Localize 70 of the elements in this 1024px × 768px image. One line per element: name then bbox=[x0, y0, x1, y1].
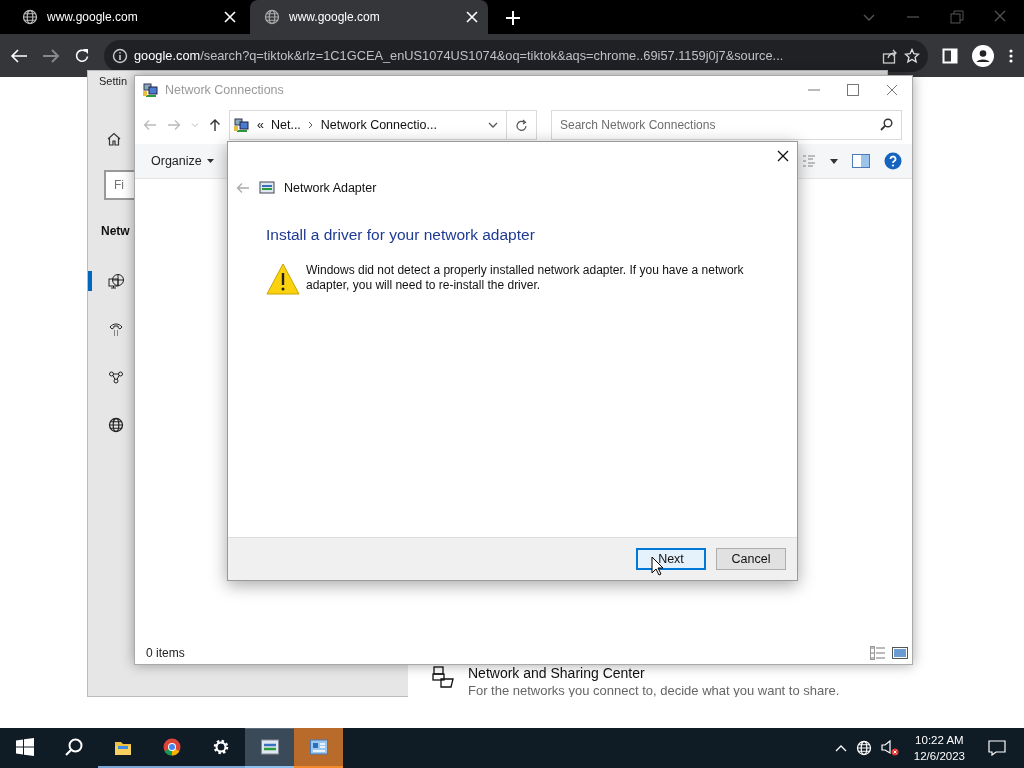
dialog-button[interactable]: Next bbox=[636, 548, 706, 570]
star-icon[interactable] bbox=[904, 47, 920, 64]
path-segment[interactable]: Network Connectio... bbox=[320, 118, 437, 132]
dialog-button[interactable]: Cancel bbox=[716, 548, 786, 570]
address-bar[interactable]: google.com/search?q=tiktok&rlz=1C1GCEA_enUS1074US1074&oq=tiktok&aqs=chrome..69i57.1159j0j7&source... bbox=[104, 39, 928, 72]
chevron-down-icon[interactable] bbox=[488, 121, 498, 129]
network-adapter-icon bbox=[259, 180, 275, 196]
gear-icon bbox=[211, 738, 230, 756]
link-icon bbox=[108, 369, 124, 385]
link-title[interactable]: Network and Sharing Center bbox=[468, 665, 840, 681]
browser-tab[interactable]: www.google.com bbox=[250, 0, 488, 34]
share-icon[interactable] bbox=[882, 47, 898, 64]
close-icon[interactable] bbox=[777, 150, 789, 162]
chevron-up-icon[interactable] bbox=[834, 744, 847, 752]
globe-icon bbox=[264, 9, 280, 25]
warning-icon bbox=[266, 263, 300, 295]
large-icons-view-icon[interactable] bbox=[892, 646, 908, 660]
dialog-heading: Install a driver for your network adapter bbox=[266, 226, 536, 244]
forward-icon[interactable] bbox=[42, 47, 60, 64]
caret-icon bbox=[206, 159, 214, 163]
info-icon bbox=[112, 47, 128, 64]
refresh-icon bbox=[515, 118, 528, 132]
control-panel-icon bbox=[309, 738, 328, 756]
wizard-title: Network Adapter bbox=[284, 181, 377, 195]
help-icon[interactable] bbox=[884, 152, 902, 170]
network-adapter-icon bbox=[260, 738, 279, 756]
details-view-icon[interactable] bbox=[870, 646, 886, 660]
refresh-button[interactable] bbox=[507, 110, 537, 140]
taskbar-button[interactable] bbox=[245, 728, 294, 768]
url-text: google.com/search?q=tiktok&rlz=1C1GCEA_enUS1074US1074&oq=tiktok&aqs=chrome..69i57.1159j0j7&source... bbox=[134, 48, 785, 63]
preview-pane-icon[interactable] bbox=[852, 154, 870, 168]
profile-icon[interactable] bbox=[972, 44, 994, 67]
path-prefix: « bbox=[257, 118, 264, 132]
notification-icon[interactable] bbox=[988, 740, 1006, 756]
windows-logo-icon bbox=[15, 738, 34, 756]
warning-message: Windows did not detect a properly installed network adapter. If you have a network adapter, you will need to re-install the driver. bbox=[306, 263, 745, 294]
home-icon[interactable] bbox=[106, 131, 122, 147]
side-panel-icon[interactable] bbox=[942, 47, 958, 64]
network-connections-icon bbox=[234, 117, 250, 133]
phone-icon bbox=[108, 321, 124, 337]
path-segment[interactable]: Net... bbox=[270, 118, 301, 132]
caret-icon[interactable] bbox=[830, 158, 838, 164]
organize-menu[interactable]: Organize bbox=[143, 150, 222, 172]
link-description: For the networks you connect to, decide what you want to share. bbox=[468, 683, 840, 697]
network-connections-icon bbox=[143, 82, 159, 98]
clock-date[interactable]: 12/6/2023 bbox=[913, 748, 965, 764]
nav-item[interactable] bbox=[88, 271, 124, 291]
network-icon bbox=[432, 665, 456, 689]
maximize-icon[interactable] bbox=[847, 84, 859, 96]
browser-tab[interactable]: www.google.com bbox=[8, 0, 246, 34]
ethernet-icon bbox=[108, 273, 124, 289]
up-arrow-icon[interactable] bbox=[209, 118, 221, 132]
speaker-muted-icon[interactable] bbox=[880, 740, 899, 756]
section-heading: Netw bbox=[101, 224, 130, 238]
window-title: Settin bbox=[99, 75, 128, 87]
item-count: 0 items bbox=[146, 646, 185, 660]
address-bar[interactable]: « Net... Network Connectio... bbox=[229, 110, 507, 140]
browser-icon bbox=[162, 738, 181, 756]
search-icon bbox=[64, 738, 83, 756]
clock-time[interactable]: 10:22 AM bbox=[915, 732, 964, 748]
reload-icon[interactable] bbox=[74, 47, 90, 64]
globe-icon[interactable] bbox=[855, 740, 872, 756]
chevron-right-icon bbox=[307, 121, 314, 129]
search-field[interactable]: Fi bbox=[104, 170, 134, 200]
window-title: Network Connections bbox=[165, 83, 284, 97]
globe-icon bbox=[108, 417, 124, 433]
globe-icon bbox=[22, 9, 38, 25]
menu-icon[interactable] bbox=[1008, 47, 1014, 64]
search-icon bbox=[880, 118, 893, 131]
new-tab-icon[interactable] bbox=[506, 11, 520, 25]
